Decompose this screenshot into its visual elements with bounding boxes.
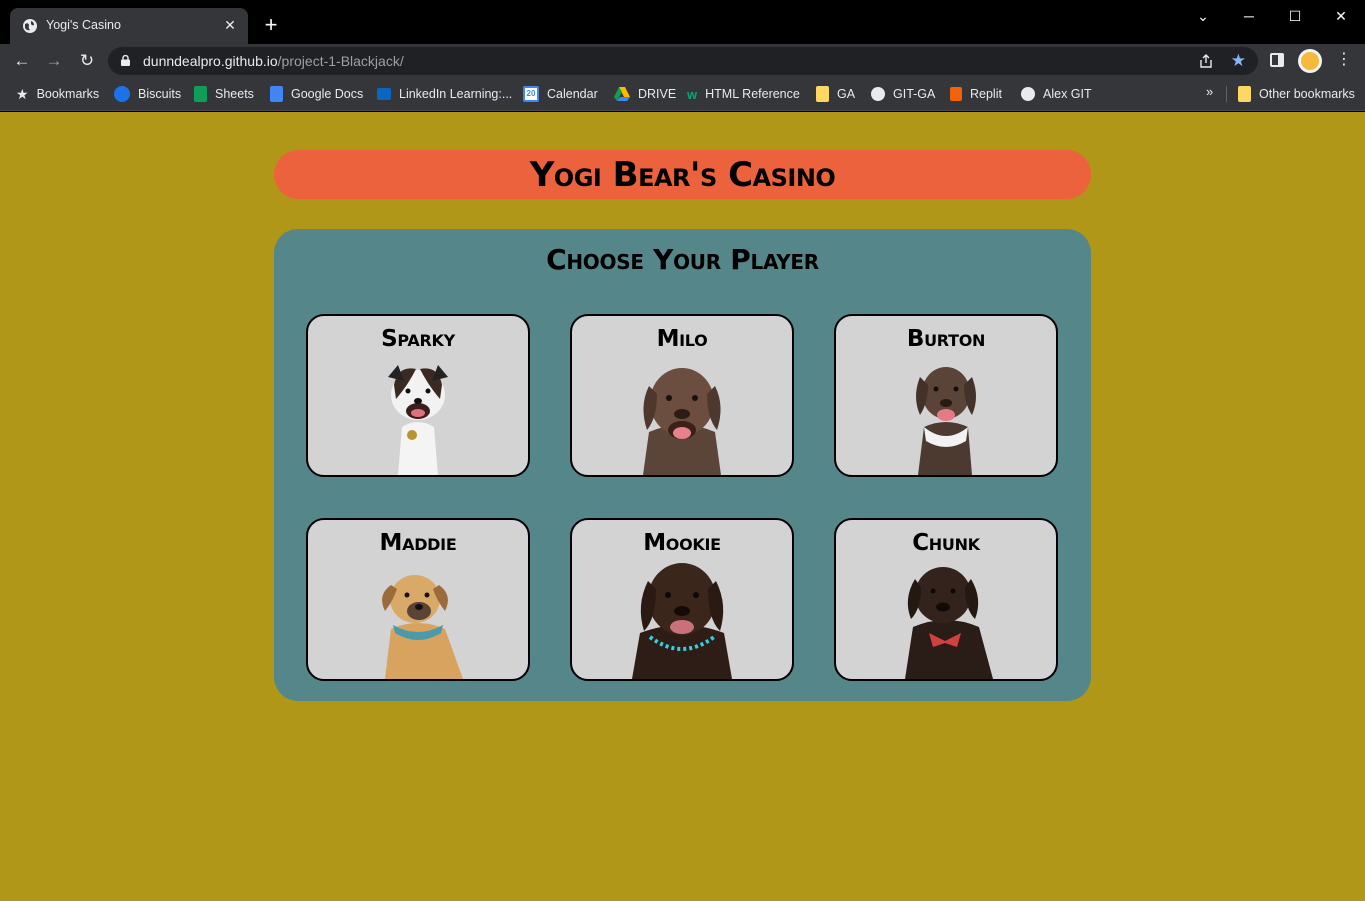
drive-icon: [614, 87, 630, 101]
player-card-sparky[interactable]: Sparky: [306, 314, 530, 477]
bookmark-git-ga[interactable]: GIT-GA: [871, 85, 935, 103]
linkedin-learning-icon: [377, 88, 391, 100]
panel-heading: Choose Your Player: [546, 243, 819, 276]
title-banner: Yogi Bear's Casino: [274, 150, 1091, 199]
dog-photo-chunk: [905, 567, 993, 679]
close-window-button[interactable]: ✕: [1318, 6, 1364, 26]
player-card-chunk[interactable]: Chunk: [834, 518, 1058, 681]
player-card-milo[interactable]: Milo: [570, 314, 794, 477]
page-title: Yogi Bear's Casino: [529, 155, 836, 195]
minimize-button[interactable]: ─: [1226, 6, 1272, 26]
share-icon[interactable]: [1198, 53, 1214, 69]
sheets-icon: [194, 86, 207, 102]
player-name: Mookie: [643, 530, 721, 556]
back-button[interactable]: ←: [10, 49, 34, 73]
bookmark-html-reference[interactable]: w HTML Reference: [687, 85, 800, 103]
new-tab-button[interactable]: +: [260, 14, 282, 36]
forward-button[interactable]: →: [42, 49, 66, 73]
player-name: Sparky: [381, 326, 455, 352]
player-name: Burton: [906, 326, 986, 352]
folder-icon: [816, 86, 829, 102]
dog-photo-mookie: [632, 563, 732, 679]
biscuits-icon: [114, 86, 130, 102]
tab-strip: Yogi's Casino ✕ + ⌄ ─ ☐ ✕: [0, 0, 1365, 44]
calendar-icon: 20: [523, 86, 539, 102]
url-text: dunndealpro.github.io/project-1-Blackjac…: [143, 53, 404, 69]
browser-toolbar: ← → ↻ dunndealpro.github.io/project-1-Bl…: [0, 44, 1365, 78]
bookmark-biscuits[interactable]: Biscuits: [114, 85, 181, 103]
bookmark-replit[interactable]: Replit: [950, 85, 1002, 103]
bookmark-linkedin-learning[interactable]: LinkedIn Learning:...: [377, 85, 512, 103]
folder-icon: [1238, 86, 1251, 102]
star-icon: ★: [16, 85, 29, 102]
bookmark-bookmarks[interactable]: ★ Bookmarks: [16, 85, 99, 103]
close-tab-icon[interactable]: ✕: [221, 16, 239, 34]
player-select-panel: Choose Your Player Sparky Milo Burton Ma…: [274, 229, 1091, 701]
side-panel-icon[interactable]: [1270, 53, 1284, 67]
github-icon: [1021, 87, 1035, 101]
github-icon: [871, 87, 885, 101]
lock-icon: [121, 55, 130, 66]
replit-icon: [950, 87, 962, 101]
tab-title: Yogi's Casino: [46, 18, 121, 32]
w3-icon: w: [687, 86, 698, 102]
tab-search-icon[interactable]: ⌄: [1180, 6, 1226, 26]
player-name: Chunk: [912, 530, 980, 556]
maximize-button[interactable]: ☐: [1272, 6, 1318, 26]
player-card-maddie[interactable]: Maddie: [306, 518, 530, 681]
bookmarks-bar: ★ Bookmarks Biscuits Sheets Google Docs …: [0, 78, 1365, 111]
address-bar[interactable]: dunndealpro.github.io/project-1-Blackjac…: [108, 47, 1258, 75]
reload-button[interactable]: ↻: [75, 49, 99, 73]
bookmark-other-bookmarks[interactable]: Other bookmarks: [1238, 85, 1355, 103]
bookmark-drive[interactable]: DRIVE: [614, 85, 676, 103]
bookmark-star-icon[interactable]: ★: [1231, 51, 1246, 71]
profile-avatar[interactable]: [1298, 49, 1322, 73]
more-bookmarks-icon[interactable]: »: [1206, 84, 1213, 99]
browser-tab[interactable]: Yogi's Casino ✕: [10, 8, 248, 44]
dog-photo-sparky: [388, 365, 448, 475]
bookmark-sheets[interactable]: Sheets: [194, 85, 254, 103]
player-card-mookie[interactable]: Mookie: [570, 518, 794, 681]
globe-icon: [23, 19, 37, 33]
player-name: Milo: [656, 326, 708, 352]
dog-photo-maddie: [382, 575, 463, 679]
bookmark-ga[interactable]: GA: [816, 85, 855, 103]
docs-icon: [270, 86, 283, 102]
player-name: Maddie: [379, 530, 457, 556]
page-body: Yogi Bear's Casino Choose Your Player Sp…: [0, 112, 1365, 901]
bookmarks-divider: [1226, 86, 1227, 102]
bookmark-google-docs[interactable]: Google Docs: [270, 85, 363, 103]
bookmark-calendar[interactable]: 20 Calendar: [523, 85, 598, 103]
bookmark-alex-git[interactable]: Alex GIT: [1021, 85, 1092, 103]
dog-photo-burton: [916, 367, 976, 475]
menu-icon[interactable]: ⋮: [1336, 50, 1352, 70]
dog-photo-milo: [643, 368, 721, 475]
player-card-burton[interactable]: Burton: [834, 314, 1058, 477]
